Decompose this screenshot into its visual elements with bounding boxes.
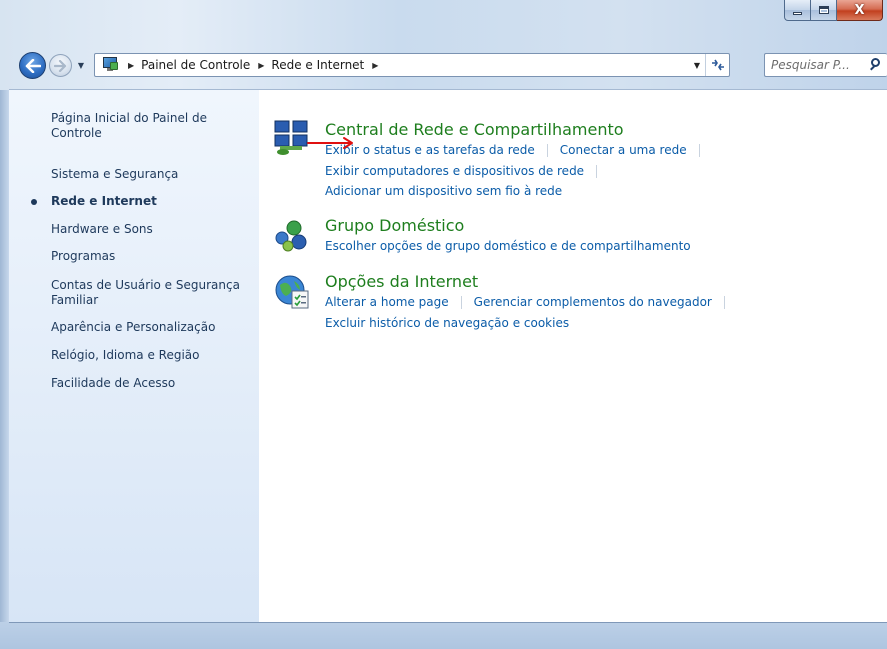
window-bottom-border xyxy=(0,622,887,649)
minimize-icon xyxy=(793,11,802,15)
task-separator xyxy=(546,143,548,157)
close-button[interactable]: X xyxy=(837,0,883,21)
category-title-internet-options[interactable]: Opções da Internet xyxy=(325,272,478,291)
forward-arrow-icon xyxy=(54,59,67,72)
sidebar-item-programas[interactable]: Programas xyxy=(51,249,251,264)
maximize-button[interactable] xyxy=(811,0,837,21)
task-link-manage-addons[interactable]: Gerenciar complementos do navegador xyxy=(474,295,712,309)
sidebar-item-pagina-inicial[interactable]: Página Inicial do Painel de Controle xyxy=(51,111,251,141)
breadcrumb-separator-icon[interactable]: ▶ xyxy=(128,61,134,70)
task-separator xyxy=(723,295,725,309)
sidebar: Página Inicial do Painel de Controle Sis… xyxy=(9,90,259,623)
back-arrow-icon xyxy=(25,58,41,73)
task-row: Adicionar um dispositivo sem fio à rede xyxy=(325,184,562,198)
internet-options-icon[interactable] xyxy=(272,272,312,312)
homegroup-icon[interactable] xyxy=(272,216,312,256)
breadcrumb-separator-icon[interactable]: ▶ xyxy=(372,61,378,70)
sidebar-item-sistema-e-seguranca[interactable]: Sistema e Segurança xyxy=(51,167,251,182)
sidebar-item-contas-de-usuario[interactable]: Contas de Usuário e Segurança Familiar xyxy=(51,278,256,308)
task-row: Exibir computadores e dispositivos de re… xyxy=(325,164,609,178)
sidebar-item-rede-e-internet[interactable]: Rede e Internet xyxy=(51,194,251,209)
breadcrumb-separator-icon[interactable]: ▶ xyxy=(258,61,264,70)
task-link-add-wireless-device[interactable]: Adicionar um dispositivo sem fio à rede xyxy=(325,184,562,198)
task-row: Escolher opções de grupo doméstico e de … xyxy=(325,239,691,253)
address-bar[interactable]: ▶ Painel de Controle ▶ Rede e Internet ▶… xyxy=(94,53,730,77)
current-item-bullet-icon xyxy=(31,199,37,205)
search-icon[interactable] xyxy=(867,56,885,74)
breadcrumb-painel-de-controle[interactable]: Painel de Controle xyxy=(141,58,250,72)
window-left-border xyxy=(0,90,9,649)
refresh-button[interactable] xyxy=(705,54,729,76)
sidebar-item-aparencia[interactable]: Aparência e Personalização xyxy=(51,320,251,335)
back-button[interactable] xyxy=(19,52,46,79)
search-input[interactable] xyxy=(771,58,867,72)
task-separator xyxy=(596,164,598,178)
category-title-homegroup[interactable]: Grupo Doméstico xyxy=(325,216,464,235)
close-icon: X xyxy=(854,2,865,18)
task-link-homegroup-options[interactable]: Escolher opções de grupo doméstico e de … xyxy=(325,239,691,253)
task-row: Alterar a home page Gerenciar complement… xyxy=(325,295,737,309)
caption-buttons: X xyxy=(784,0,883,22)
annotation-arrow-icon xyxy=(307,137,353,149)
sidebar-item-hardware-e-sons[interactable]: Hardware e Sons xyxy=(51,222,251,237)
task-separator xyxy=(460,295,462,309)
recent-pages-button[interactable]: ▼ xyxy=(74,58,88,72)
sidebar-item-relogio-idioma-regiao[interactable]: Relógio, Idioma e Região xyxy=(51,348,251,363)
navigation-bar: ▼ ▶ Painel de Controle ▶ Rede e Internet… xyxy=(0,46,887,82)
minimize-button[interactable] xyxy=(784,0,811,21)
task-separator xyxy=(698,143,700,157)
task-link-view-network-computers[interactable]: Exibir computadores e dispositivos de re… xyxy=(325,164,584,178)
task-link-delete-browsing-history[interactable]: Excluir histórico de navegação e cookies xyxy=(325,316,569,330)
forward-button[interactable] xyxy=(49,54,72,77)
task-link-connect-to-network[interactable]: Conectar a uma rede xyxy=(560,143,687,157)
task-link-change-home-page[interactable]: Alterar a home page xyxy=(325,295,449,309)
chevron-down-icon: ▼ xyxy=(77,60,85,70)
task-link-view-network-status[interactable]: Exibir o status e as tarefas da rede xyxy=(325,143,535,157)
task-row: Excluir histórico de navegação e cookies xyxy=(325,316,569,330)
sidebar-item-facilidade-de-acesso[interactable]: Facilidade de Acesso xyxy=(51,376,251,391)
refresh-icon xyxy=(711,59,724,71)
search-box[interactable] xyxy=(764,53,887,77)
address-history-dropdown-icon[interactable]: ▼ xyxy=(689,61,705,70)
control-panel-icon xyxy=(102,57,120,73)
task-row: Exibir o status e as tarefas da rede Con… xyxy=(325,143,712,157)
breadcrumb-rede-e-internet[interactable]: Rede e Internet xyxy=(271,58,364,72)
maximize-icon xyxy=(818,6,829,14)
content-bottom-divider xyxy=(9,622,887,623)
category-title-network-sharing-center[interactable]: Central de Rede e Compartilhamento xyxy=(325,120,624,139)
